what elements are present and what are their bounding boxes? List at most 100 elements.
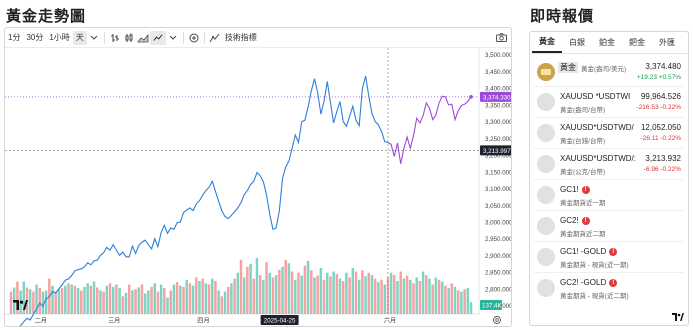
volume-bar <box>67 283 70 314</box>
volume-bar <box>367 272 371 314</box>
candlestick-icon[interactable] <box>122 28 136 48</box>
camera-icon[interactable] <box>494 28 508 48</box>
price-line-after-crosshair <box>387 95 472 164</box>
price-chart[interactable]: 3,500.000 3,450.000 3,400.000 3,350.000 3,30… <box>5 48 511 326</box>
quote-name: GC2!! <box>560 216 590 225</box>
volume-bar <box>466 288 470 314</box>
volume-bar <box>274 275 278 314</box>
volume-bar <box>389 272 393 314</box>
volume-bar <box>108 283 112 314</box>
volume-bar <box>249 263 252 314</box>
quote-row-gc2[interactable]: GC2!! 黃金期貨近二期 <box>534 211 684 242</box>
quote-row-gc1[interactable]: GC1!! 黃金期貨近一期 <box>534 180 684 211</box>
toolbar-divider <box>182 31 184 44</box>
circle-icon <box>537 93 555 111</box>
quote-row-gc1-gold[interactable]: GC1! -GOLD! 黃金期貨 - 現貨(近一期) <box>534 242 684 273</box>
quote-name: XAUUSD*USDTWD/: <box>560 154 637 163</box>
quote-row-gc2-gold[interactable]: GC2! -GOLD! 黃金期貨 - 現貨(近二期) <box>534 273 684 304</box>
volume-bar <box>115 284 118 314</box>
volume-bar <box>198 280 201 314</box>
volume-bar <box>175 282 179 314</box>
settings-gear-icon[interactable] <box>493 316 501 324</box>
volume-bar <box>348 277 351 314</box>
volume-bar <box>345 272 348 314</box>
volume-bar <box>281 266 284 314</box>
tab-forex[interactable]: 外匯 <box>652 32 682 53</box>
volume-bar <box>172 284 176 314</box>
indicators-icon[interactable] <box>208 28 222 48</box>
volume-bar <box>246 266 249 314</box>
compare-add-icon[interactable] <box>187 28 201 48</box>
volume-bar <box>409 279 412 314</box>
chart-canvas[interactable]: 3,500.000 3,450.000 3,400.000 3,350.000 3,30… <box>5 48 511 326</box>
quote-name: GC1!! <box>560 185 590 194</box>
tab-gold[interactable]: 黃金 <box>532 32 562 53</box>
volume-bar <box>335 273 339 314</box>
quote-panel: 黃金 白銀 鉑金 鈀金 外匯 黃金 黃金(盎司/美元) 3,374.480 +1… <box>529 31 689 326</box>
volume-bar <box>252 278 256 314</box>
quote-name: XAUUSD*USDTWD/ <box>560 123 634 132</box>
indicators-button[interactable]: 技術指標 <box>222 28 260 48</box>
volume-bar <box>373 278 377 314</box>
volume-bar <box>444 285 447 314</box>
quote-sub: 黃金期貨 - 現貨(近一期) <box>560 262 629 269</box>
interval-1d[interactable]: 天 <box>72 30 87 45</box>
y-tick-label: 3,150.000 <box>485 169 511 176</box>
interval-30m[interactable]: 30分 <box>23 28 46 48</box>
y-tick-label: 3,250.000 <box>485 136 511 143</box>
volume-bar <box>150 286 153 314</box>
circle-icon <box>537 155 555 173</box>
volume-bar <box>105 285 109 314</box>
quote-row-xauusd-twd-oz[interactable]: XAUUSD *USDTWI 黃金(盎司/台幣) 99,964.526 -216… <box>534 87 684 118</box>
chevron-down-icon[interactable] <box>87 28 101 48</box>
volume-bar <box>179 285 182 314</box>
quote-row-xauusd-twd-qian[interactable]: XAUUSD*USDTWD/ 黃金(台錢/台幣) 12,052.050 -26.… <box>534 118 684 149</box>
quote-sub: 黃金期貨 - 現貨(近二期) <box>560 293 629 300</box>
volume-bar <box>86 283 89 314</box>
tab-silver[interactable]: 白銀 <box>562 32 592 53</box>
x-tick-label: 六月 <box>384 317 396 325</box>
volume-bar <box>60 288 64 314</box>
x-tick-label: 三月 <box>108 318 120 325</box>
volume-bar <box>421 271 425 314</box>
volume-bar <box>415 277 418 314</box>
volume-bar <box>80 290 83 314</box>
y-tick-label: 2,850.000 <box>485 270 511 277</box>
interval-1h[interactable]: 1小時 <box>46 28 72 48</box>
volume-bar <box>230 283 233 314</box>
y-tick-label: 3,300.000 <box>485 119 511 126</box>
volume-bar <box>70 284 73 314</box>
volume-bar <box>204 283 208 314</box>
quote-price: 99,964.526 <box>640 92 681 101</box>
volume-bar <box>262 279 265 314</box>
quote-row-gold[interactable]: 黃金 黃金(盎司/美元) 3,374.480 +19.23 +0.57% <box>534 57 684 87</box>
volume-bar <box>294 279 297 314</box>
area-chart-icon[interactable] <box>136 28 150 48</box>
tab-platinum[interactable]: 鉑金 <box>592 32 622 53</box>
volume-bar <box>255 258 259 314</box>
volume-bar <box>242 277 246 314</box>
bar-chart-type-icon[interactable] <box>108 28 122 48</box>
quotes-section-title: 即時報價 <box>530 8 595 25</box>
volume-bar <box>268 272 271 314</box>
quote-row-xauusd-twd-gram[interactable]: XAUUSD*USDTWD/: 黃金(公克/台幣) 3,213.932 -6.9… <box>534 149 684 180</box>
volume-bar <box>223 291 227 314</box>
volume-bar <box>463 289 466 314</box>
interval-1m[interactable]: 1分 <box>5 28 23 48</box>
y-tick-label: 3,350.000 <box>485 102 511 109</box>
chart-type-chevron-icon[interactable] <box>166 28 180 48</box>
volume-bar <box>456 290 460 314</box>
volume-bar <box>405 275 409 314</box>
line-chart-icon[interactable] <box>149 30 166 45</box>
volume-bar <box>300 275 303 314</box>
quote-sub: 黃金期貨近二期 <box>560 231 606 238</box>
x-tick-label: 二月 <box>35 318 47 325</box>
volume-bar <box>195 277 198 314</box>
volume-bar <box>418 280 422 314</box>
tab-palladium[interactable]: 鈀金 <box>622 32 652 53</box>
volume-bar <box>357 279 361 314</box>
volume-bar <box>399 271 402 314</box>
volume-bar <box>354 271 358 314</box>
volume-bar <box>447 288 450 314</box>
volume-bar <box>370 275 374 314</box>
